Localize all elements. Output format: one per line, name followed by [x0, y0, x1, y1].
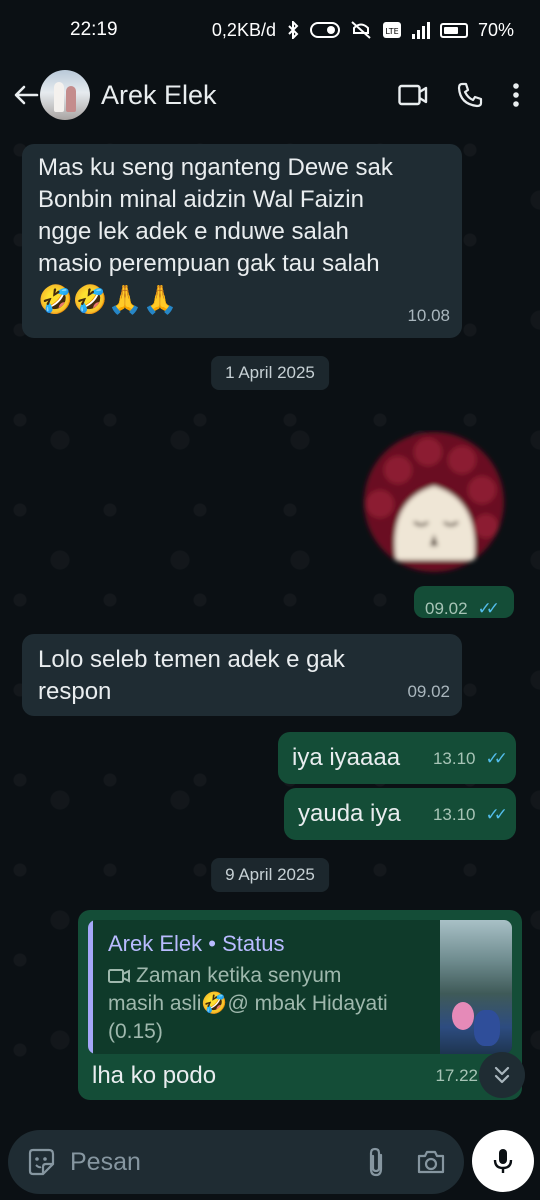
- battery-percent: 70%: [477, 19, 514, 40]
- quoted-text: Zaman ketika senyum masih asli🤣@ mbak Hi…: [108, 962, 438, 1046]
- volte-icon: LTE: [382, 22, 401, 38]
- signal-strength-icon: [411, 21, 430, 39]
- sticker-image[interactable]: [358, 430, 510, 580]
- video-camera-icon[interactable]: [398, 84, 428, 106]
- message-text-line: ngge lek adek e nduwe salah: [38, 218, 349, 245]
- microphone-icon: [493, 1149, 513, 1173]
- message-time: 09.02: [425, 599, 468, 618]
- message-time: 17.22: [435, 1066, 478, 1085]
- video-small-icon: [108, 969, 130, 983]
- message-text: yauda iya: [298, 800, 401, 827]
- date-divider: 9 April 2025: [211, 858, 329, 892]
- header-actions: [398, 81, 520, 109]
- microphone-button[interactable]: [472, 1130, 534, 1192]
- chat-header: Arek Elek: [0, 60, 540, 130]
- message-time: 13.10: [432, 749, 476, 768]
- message-text: iya iyaaaa: [292, 744, 401, 771]
- do-not-disturb-icon: [309, 22, 340, 38]
- network-speed: 0,2KB/d: [211, 19, 276, 40]
- quoted-line: Zaman ketika senyum: [136, 964, 342, 987]
- mute-icon: [351, 21, 371, 39]
- message-time: 10.08: [407, 306, 450, 325]
- message-text: lha ko podo: [92, 1062, 217, 1089]
- arrow-left-icon: [14, 85, 39, 105]
- quoted-line: masih asli🤣@ mbak Hidayati: [108, 992, 388, 1015]
- message-outgoing[interactable]: yauda iya 13.10 ✓✓: [284, 788, 516, 840]
- hedgehog-sticker-icon: [364, 432, 504, 572]
- contact-name[interactable]: Arek Elek: [101, 80, 217, 111]
- message-input-box[interactable]: [8, 1130, 464, 1194]
- message-time: 09.02: [407, 682, 450, 701]
- message-input[interactable]: [70, 1147, 320, 1177]
- quoted-line: (0.15): [108, 1020, 163, 1043]
- quote-bar: [88, 920, 93, 1054]
- input-bar: [0, 1126, 540, 1200]
- message-incoming[interactable]: Lolo seleb temen adek e gak respon 09.02: [22, 634, 462, 716]
- message-emoji: 🤣🤣🙏🙏: [38, 283, 178, 316]
- status-time: 22:19: [70, 19, 118, 40]
- battery-fill: [443, 26, 458, 34]
- chat-area[interactable]: Mas ku seng nganteng Dewe sak Bonbin min…: [0, 130, 540, 1126]
- status-bar: 22:19 0,2KB/d LTE 70%: [0, 0, 540, 60]
- status-right: 0,2KB/d LTE 70%: [212, 20, 514, 41]
- message-text-line: Mas ku seng nganteng Dewe sak: [38, 154, 393, 181]
- read-ticks-icon: ✓✓: [485, 805, 508, 824]
- chevron-double-down-icon: [494, 1066, 510, 1084]
- message-text-line: respon: [38, 678, 112, 705]
- message-text-line: masio perempuan gak tau salah: [38, 250, 380, 277]
- camera-icon[interactable]: [416, 1149, 446, 1175]
- input-tools: [366, 1147, 446, 1177]
- avatar[interactable]: [40, 70, 90, 120]
- more-vertical-icon[interactable]: [512, 82, 520, 108]
- scroll-to-bottom-button[interactable]: [479, 1052, 525, 1098]
- sticker-meta: 09.02 ✓✓: [414, 586, 514, 618]
- bluetooth-icon: [288, 21, 299, 39]
- svg-text:LTE: LTE: [385, 27, 398, 36]
- message-outgoing-reply[interactable]: Arek Elek • Status Zaman ketika senyum m…: [78, 910, 522, 1100]
- status-thumbnail: [440, 920, 512, 1054]
- read-ticks-icon: ✓✓: [485, 749, 508, 768]
- message-text-line: Bonbin minal aidzin Wal Faizin: [38, 186, 364, 213]
- date-divider: 1 April 2025: [211, 356, 329, 390]
- sticker-smiley-icon[interactable]: [26, 1147, 56, 1177]
- battery-icon: [439, 22, 468, 38]
- message-time: 13.10: [432, 805, 476, 824]
- quoted-status[interactable]: Arek Elek • Status Zaman ketika senyum m…: [88, 920, 512, 1054]
- read-ticks-icon: ✓✓: [477, 599, 500, 618]
- message-outgoing[interactable]: iya iyaaaa 13.10 ✓✓: [278, 732, 516, 784]
- quoted-author: Arek Elek • Status: [108, 931, 285, 956]
- paperclip-icon[interactable]: [366, 1147, 386, 1177]
- message-text-line: Lolo seleb temen adek e gak: [38, 646, 345, 673]
- message-incoming[interactable]: Mas ku seng nganteng Dewe sak Bonbin min…: [22, 144, 462, 338]
- phone-icon[interactable]: [456, 81, 484, 109]
